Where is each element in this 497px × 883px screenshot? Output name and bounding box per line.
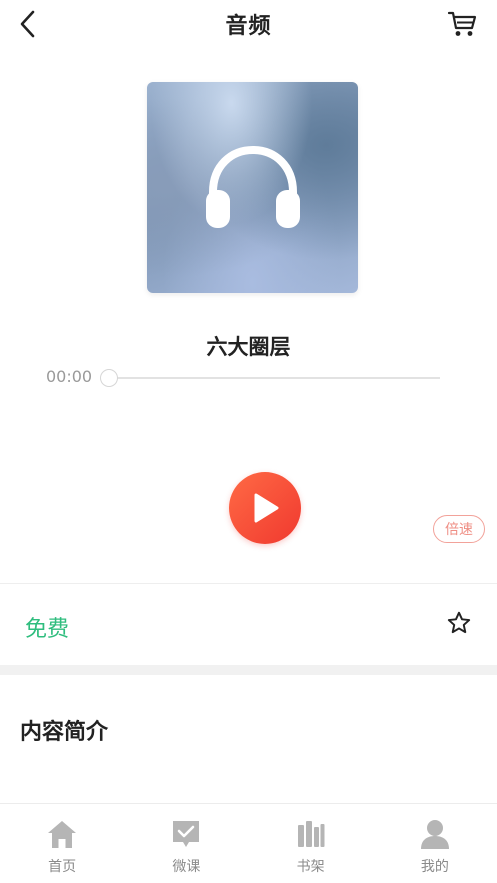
progress-track[interactable] — [108, 377, 440, 379]
track-title: 六大圈层 — [206, 335, 291, 359]
audio-page: 音频 六大圈层 00:00 倍速 免费 内容简介 首页 微课 书架 我的 — [0, 0, 497, 883]
tab-label: 微课 — [172, 859, 201, 875]
tab-home[interactable]: 首页 — [0, 804, 124, 883]
page-title: 音频 — [225, 14, 272, 39]
profile-icon — [418, 817, 452, 851]
course-icon — [169, 817, 203, 851]
home-icon — [45, 817, 79, 851]
bottom-tab-bar: 首页 微课 书架 我的 — [0, 803, 497, 883]
shopping-cart-icon — [447, 11, 477, 36]
price-label: 免费 — [25, 617, 70, 642]
section-separator — [0, 665, 497, 675]
album-cover — [147, 82, 358, 293]
speed-button[interactable]: 倍速 — [433, 515, 485, 543]
tab-bookshelf[interactable]: 书架 — [249, 804, 373, 883]
intro-heading: 内容简介 — [20, 720, 109, 745]
tab-label: 我的 — [420, 859, 449, 875]
top-bar: 音频 — [0, 0, 497, 48]
tab-label: 首页 — [48, 859, 77, 875]
tab-course[interactable]: 微课 — [124, 804, 248, 883]
bookshelf-icon — [294, 817, 328, 851]
cart-button[interactable] — [445, 7, 479, 41]
play-icon — [254, 493, 279, 523]
divider — [0, 583, 497, 584]
headphones-icon — [206, 145, 300, 228]
progress-knob[interactable] — [100, 369, 118, 387]
current-time: 00:00 — [46, 367, 93, 386]
chevron-left-icon — [20, 10, 35, 38]
tab-profile[interactable]: 我的 — [373, 804, 497, 883]
star-icon — [447, 611, 471, 634]
favorite-button[interactable] — [445, 609, 473, 637]
play-button[interactable] — [229, 472, 301, 544]
back-button[interactable] — [12, 8, 44, 40]
tab-label: 书架 — [296, 859, 325, 875]
